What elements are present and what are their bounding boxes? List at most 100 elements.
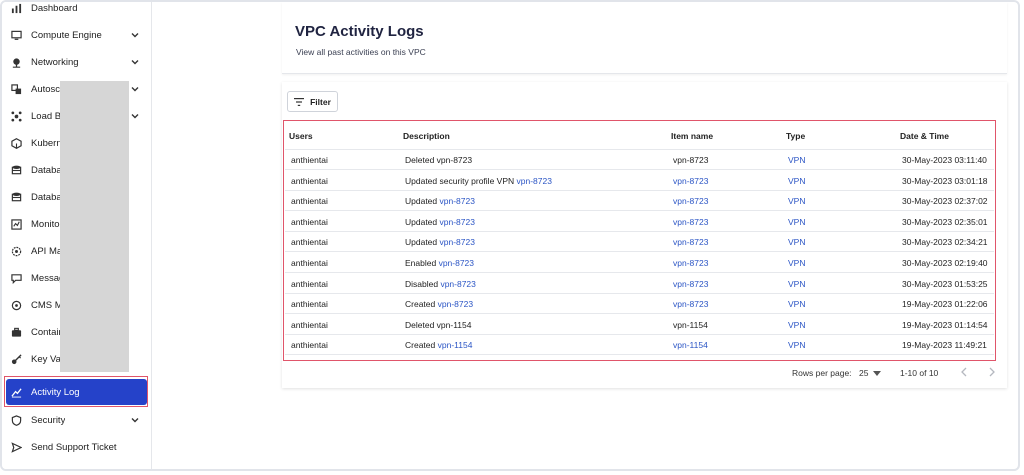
load-balancer-icon — [10, 110, 22, 122]
cell-user: anthientai — [291, 278, 328, 289]
cell-type[interactable]: VPN — [788, 299, 805, 309]
table-row[interactable]: anthientai Disabled vpn-8723 vpn-8723 VPN 30… — [285, 274, 994, 294]
table-row[interactable]: anthientai Deleted vpn-1154 vpn-1154 VPN 19-… — [285, 315, 994, 335]
prev-page-button[interactable] — [960, 367, 968, 379]
caret-down-icon — [873, 370, 882, 376]
rows-per-page-select[interactable]: 25 — [859, 368, 882, 378]
cell-datetime: 19-May-2023 11:49:21 — [902, 340, 987, 351]
cell-item-name[interactable]: vpn-8723 — [673, 217, 708, 227]
table-row[interactable]: anthientai Updated vpn-8723 vpn-8723 VPN 30-… — [285, 232, 994, 253]
shield-icon — [10, 414, 22, 426]
cell-type[interactable]: VPN — [788, 258, 805, 268]
cell-item-name[interactable]: vpn-8723 — [673, 258, 708, 268]
sidebar-item-compute-engine-1[interactable]: Compute Engine — [6, 22, 148, 48]
sidebar-item-label: Compute Engine — [31, 29, 102, 41]
cell-type[interactable]: VPN — [788, 176, 805, 186]
send-icon — [10, 441, 22, 453]
sidebar-item-networking-2[interactable]: Networking — [6, 49, 148, 75]
chevron-down-icon — [130, 84, 140, 94]
cell-datetime: 30-May-2023 02:35:01 — [902, 216, 988, 227]
message-icon — [10, 272, 22, 284]
sidebar-item-label: API Ma — [31, 245, 63, 257]
sidebar-item-token-17[interactable]: Token — [6, 461, 148, 470]
filter-label: Filter — [310, 96, 331, 107]
description-text: Enabled — [405, 258, 439, 268]
chevron-down-icon — [130, 57, 140, 67]
sidebar-item-send-support-ticket-16[interactable]: Send Support Ticket — [6, 434, 148, 460]
description-link[interactable]: vpn-8723 — [439, 258, 474, 268]
table-row[interactable]: anthientai Deleted vpn-8723 vpn-8723 VPN 30-… — [285, 150, 994, 170]
description-link[interactable]: vpn-1154 — [438, 340, 473, 350]
cell-datetime: 30-May-2023 02:34:21 — [902, 237, 988, 248]
description-link[interactable]: vpn-8723 — [517, 176, 552, 186]
description-link[interactable]: vpn-8723 — [440, 196, 475, 206]
table-row[interactable]: anthientai Enabled vpn-8723 vpn-8723 VPN 30-… — [285, 253, 994, 273]
table-row[interactable]: anthientai Created vpn-8723 vpn-8723 VPN 19-… — [285, 294, 994, 315]
cell-user: anthientai — [291, 299, 328, 310]
cell-description: Created vpn-1154 — [405, 340, 472, 350]
cell-description: Updated security profile VPN vpn-8723 — [405, 176, 552, 186]
filter-icon — [294, 97, 305, 106]
description-text: Deleted vpn-1154 — [405, 319, 472, 330]
cell-type[interactable]: VPN — [788, 279, 805, 289]
column-header-type[interactable]: Type — [786, 131, 805, 141]
autoscale-icon — [10, 83, 22, 95]
database-icon — [10, 191, 22, 203]
chevron-down-icon — [130, 30, 140, 40]
active-item-highlight — [4, 376, 148, 407]
column-header-description[interactable]: Description — [403, 131, 450, 141]
description-text: Updated security profile VPN — [405, 175, 517, 186]
description-link[interactable]: vpn-8723 — [438, 299, 473, 309]
cell-item-name[interactable]: vpn-8723 — [673, 279, 708, 289]
sidebar-item-security-15[interactable]: Security — [6, 407, 148, 433]
cell-item-name[interactable]: vpn-8723 — [673, 176, 708, 186]
cell-item-name: vpn-1154 — [673, 319, 708, 330]
cell-item-name[interactable]: vpn-8723 — [673, 299, 708, 309]
description-link[interactable]: vpn-8723 — [440, 217, 475, 227]
database-icon — [10, 164, 22, 176]
cell-description: Enabled vpn-8723 — [405, 258, 474, 268]
cell-description: Updated vpn-8723 — [405, 237, 475, 247]
column-header-item-name[interactable]: Item name — [671, 131, 713, 141]
network-icon — [10, 56, 22, 68]
chevron-left-icon — [961, 367, 967, 377]
token-icon — [10, 468, 22, 469]
monitoring-icon — [10, 218, 22, 230]
cell-type[interactable]: VPN — [788, 320, 805, 330]
cell-item-name[interactable]: vpn-8723 — [673, 196, 708, 206]
cell-datetime: 19-May-2023 01:14:54 — [902, 319, 988, 330]
cell-type[interactable]: VPN — [788, 196, 805, 206]
cell-type[interactable]: VPN — [788, 340, 805, 350]
table-row[interactable]: anthientai Updated security profile VPN v… — [285, 171, 994, 191]
description-text: Updated — [405, 216, 440, 227]
cell-datetime: 30-May-2023 02:19:40 — [902, 258, 988, 268]
sidebar-item-dashboard-0[interactable]: Dashboard — [6, 2, 148, 21]
description-link[interactable]: vpn-8723 — [440, 237, 475, 247]
cell-description: Deleted vpn-8723 — [405, 155, 472, 165]
cell-description: Deleted vpn-1154 — [405, 320, 471, 330]
table-row[interactable]: anthientai Updated vpn-8723 vpn-8723 VPN 30-… — [285, 191, 994, 212]
column-header-users[interactable]: Users — [289, 131, 313, 141]
cell-user: anthientai — [291, 196, 328, 207]
cell-type[interactable]: VPN — [788, 237, 805, 247]
cell-user: anthientai — [291, 258, 328, 268]
filter-button[interactable]: Filter — [287, 91, 338, 112]
sidebar-item-label: Send Support Ticket — [31, 441, 117, 453]
cell-user: anthientai — [291, 175, 328, 186]
cell-type[interactable]: VPN — [788, 155, 805, 165]
rows-per-page-value: 25 — [859, 368, 869, 378]
cell-datetime: 30-May-2023 02:37:02 — [902, 196, 988, 207]
cell-type[interactable]: VPN — [788, 217, 805, 227]
chevron-down-icon — [130, 415, 140, 425]
cell-item-name: vpn-8723 — [673, 155, 709, 165]
column-header-date-time[interactable]: Date & Time — [900, 131, 949, 141]
next-page-button[interactable] — [988, 367, 996, 379]
description-link[interactable]: vpn-8723 — [440, 279, 475, 289]
cell-user: anthientai — [291, 216, 328, 227]
cell-item-name[interactable]: vpn-1154 — [673, 340, 708, 350]
monitor-icon — [10, 29, 22, 41]
cell-item-name[interactable]: vpn-8723 — [673, 237, 708, 247]
table-row[interactable]: anthientai Created vpn-1154 vpn-1154 VPN 19-… — [285, 335, 994, 356]
table-row[interactable]: anthientai Updated vpn-8723 vpn-8723 VPN 30-… — [285, 212, 994, 232]
cell-datetime: 30-May-2023 03:01:18 — [902, 175, 988, 186]
